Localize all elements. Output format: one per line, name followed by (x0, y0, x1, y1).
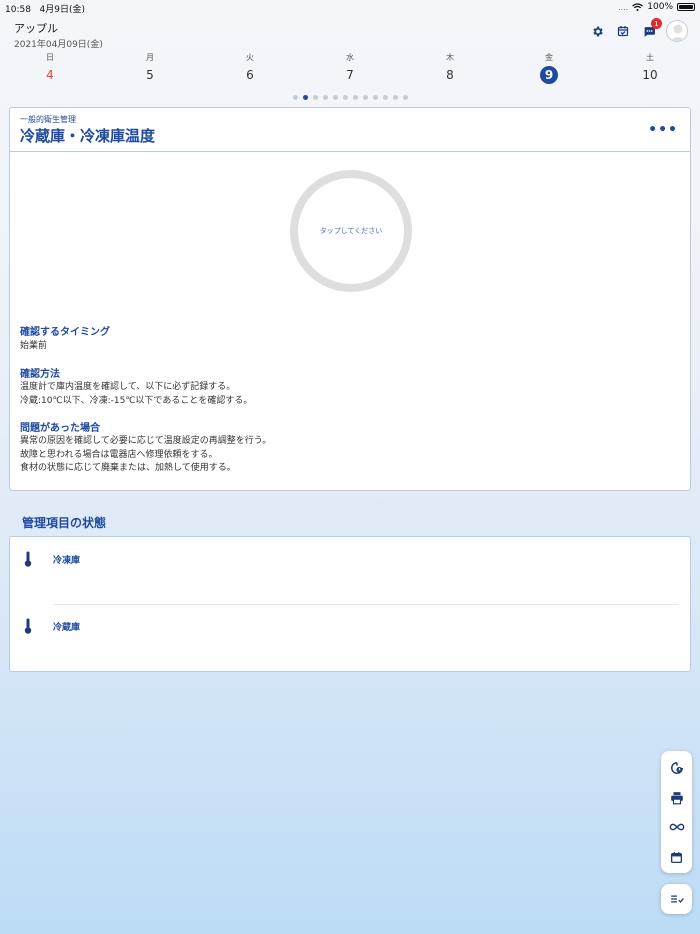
day-3[interactable]: 水7 (330, 52, 370, 84)
task-card: 一般的衛生管理 冷蔵庫・冷凍庫温度 ••• タップしてください 確認するタイミン… (9, 107, 691, 491)
check-ring-button[interactable]: タップしてください (290, 170, 412, 292)
pager-dot[interactable] (332, 95, 338, 100)
item-label: 冷凍庫 (53, 556, 81, 566)
method-line: 冷蔵:10℃以下、冷凍:-15℃以下であることを確認する。 (20, 395, 253, 406)
day-number: 10 (642, 68, 658, 82)
problem-label: 問題があった場合 (20, 423, 100, 434)
day-6[interactable]: 土 10 (630, 52, 670, 84)
infinity-icon (669, 823, 684, 831)
calendar-check-icon (617, 26, 629, 37)
day-name: 木 (446, 53, 454, 62)
pager-dot[interactable] (312, 95, 318, 100)
task-title: 冷蔵庫・冷凍庫温度 (20, 127, 156, 145)
day-number: 7 (346, 68, 354, 82)
method-line: 温度計で庫内温度を確認して、以下に必ず記録する。 (20, 382, 236, 392)
day-name: 火 (246, 53, 254, 62)
day-4[interactable]: 木8 (430, 52, 470, 84)
timing-label: 確認するタイミング (20, 327, 110, 338)
timing-text: 始業前 (20, 341, 48, 351)
pager-dot[interactable] (402, 95, 408, 100)
more-options-button[interactable]: ••• (648, 122, 678, 138)
thermometer-icon (24, 618, 32, 638)
pager-dot[interactable] (322, 95, 328, 100)
calendar-check-button[interactable] (614, 22, 632, 40)
calendar-button[interactable] (661, 842, 692, 872)
calendar-icon (670, 851, 683, 863)
checklist-icon (670, 895, 684, 903)
fab-group (661, 751, 692, 873)
page-indicator (0, 95, 700, 100)
pager-dot[interactable] (362, 95, 368, 100)
day-0[interactable]: 日4 (30, 52, 70, 84)
card-divider (10, 151, 690, 152)
current-date: 2021年04月09日(金) (14, 40, 103, 50)
settings-button[interactable] (588, 22, 606, 40)
user-icon (670, 24, 686, 41)
method-label: 確認方法 (20, 369, 60, 380)
problem-line: 食材の状態に応じて廃棄または、加熱して使用する。 (20, 463, 236, 473)
more-icon: ••• (648, 122, 678, 138)
avatar[interactable] (666, 20, 688, 42)
messages-button[interactable]: 1 (640, 18, 662, 40)
day-5[interactable]: 金9 (529, 52, 569, 84)
infinity-button[interactable] (661, 812, 692, 842)
status-bar: 10:58 4月9日(金) .... 100% (0, 0, 700, 15)
battery-percent: 100% (647, 2, 673, 12)
problem-line: 異常の原因を確認して必要に応じて温度設定の再調整を行う。 (20, 436, 272, 446)
day-number: 6 (246, 68, 254, 82)
ring-prompt: タップしてください (319, 227, 383, 235)
wifi-icon (632, 3, 644, 11)
day-1[interactable]: 月5 (130, 52, 170, 84)
timer-button[interactable] (661, 753, 692, 783)
pager-dot[interactable] (392, 95, 398, 100)
problem-line: 故障と思われる場合は電器店へ修理依頼をする。 (20, 449, 218, 460)
item-label: 冷蔵庫 (53, 623, 81, 633)
status-time: 10:58 4月9日(金) (5, 5, 86, 15)
day-number: 8 (446, 68, 454, 82)
day-2[interactable]: 火6 (230, 52, 270, 84)
day-number: 5 (146, 68, 154, 82)
task-category: 一般的衛生管理 (20, 115, 76, 124)
notification-badge: 1 (651, 18, 662, 29)
week-strip: 日 4 月 5 火 6 水 7 木 8 金 9 土 10 (0, 52, 700, 84)
thermometer-icon (24, 551, 32, 571)
day-name: 金 (545, 53, 553, 62)
day-name: 月 (146, 53, 154, 62)
method-text: 温度計で庫内温度を確認して、以下に必ず記録する。 冷蔵:10℃以下、冷凍:-15… (20, 381, 252, 408)
pager-dot[interactable] (372, 95, 378, 100)
day-number: 9 (540, 66, 558, 84)
pager-dot[interactable] (302, 95, 308, 100)
pager-dot[interactable] (352, 95, 358, 100)
list-item-fridge[interactable]: 冷蔵庫 (10, 604, 690, 664)
gear-icon (592, 26, 603, 36)
store-name: アップル (14, 22, 58, 35)
status-heading: 管理項目の状態 (22, 516, 107, 530)
day-name: 日 (46, 53, 54, 62)
signal-icon: .... (618, 2, 629, 12)
status-card: 冷凍庫 冷蔵庫 (9, 536, 691, 672)
day-number: 4 (46, 68, 54, 82)
checklist-button[interactable] (661, 884, 692, 914)
day-name: 土 (646, 53, 654, 62)
print-icon (670, 792, 683, 805)
day-name: 水 (346, 53, 354, 62)
list-item-freezer[interactable]: 冷凍庫 (10, 537, 690, 597)
problem-text: 異常の原因を確認して必要に応じて温度設定の再調整を行う。 故障と思われる場合は電… (20, 435, 271, 476)
status-right: .... 100% (618, 2, 695, 12)
timer-icon (670, 762, 683, 774)
battery-icon (677, 3, 695, 11)
header-actions: 1 (588, 18, 688, 42)
pager-dot[interactable] (342, 95, 348, 100)
print-button[interactable] (661, 783, 692, 813)
pager-dot[interactable] (292, 95, 298, 100)
pager-dot[interactable] (382, 95, 388, 100)
